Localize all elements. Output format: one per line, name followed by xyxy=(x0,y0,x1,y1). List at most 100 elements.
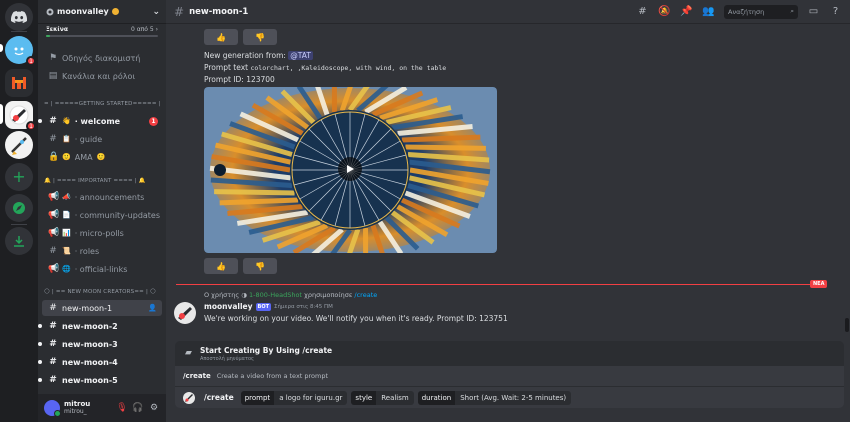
inbox-icon[interactable]: ▭ xyxy=(807,5,820,18)
reply-username[interactable]: 1-800-HeadShot xyxy=(249,291,302,299)
option-value[interactable]: a logo for iguru.gr xyxy=(274,390,348,405)
option-prompt[interactable]: prompt a logo for iguru.gr xyxy=(240,390,348,405)
server-header[interactable]: moonvalley ⌄ xyxy=(38,0,166,24)
chart-emoji-icon: 📊 xyxy=(62,229,71,237)
option-key: style xyxy=(351,390,377,405)
option-duration[interactable]: duration Short (Avg. Wait: 2-5 minutes) xyxy=(417,390,572,405)
smile-emoji-icon: 🙂 xyxy=(62,153,71,161)
new-messages-tag: ΝΕΑ xyxy=(810,280,828,288)
option-style[interactable]: style Realism xyxy=(351,390,414,405)
channel-header: # new-moon-1 # 🔕 📌 👥 Αναζήτηση ⌕ ▭ ? xyxy=(166,0,850,24)
gear-icon[interactable]: ⚙ xyxy=(148,403,160,413)
channel-new-moon-3[interactable]: # new-moon-3 xyxy=(38,336,162,352)
user-mention[interactable]: @TAT xyxy=(288,51,313,60)
category-new-moon[interactable]: 🌕 | == NEW MOON CREATORS== | 🌕 xyxy=(44,289,156,295)
headphones-icon[interactable]: 🎧 xyxy=(132,403,144,413)
user-tag: mitrou_ xyxy=(64,408,87,415)
channel-label: · micro-polls xyxy=(74,228,124,238)
message-input[interactable]: /create prompt a logo for iguru.gr style… xyxy=(175,386,844,408)
chevron-down-icon[interactable]: ⌄ xyxy=(152,7,160,17)
member-list-icon[interactable]: 👥 xyxy=(702,5,715,18)
channel-welcome[interactable]: # 👋 · welcome 1 xyxy=(38,113,162,129)
channel-new-moon-5[interactable]: # new-moon-5 xyxy=(38,372,162,388)
avatar[interactable] xyxy=(174,302,196,324)
avatar[interactable] xyxy=(44,400,61,417)
channel-official-links[interactable]: 📢 🌐 · official-links xyxy=(42,261,162,277)
server-guide-item[interactable]: ⚑ Οδηγός διακομιστή xyxy=(42,50,162,66)
home-button[interactable] xyxy=(5,3,33,31)
explore-servers-button[interactable] xyxy=(5,194,33,222)
search-input[interactable]: Αναζήτηση ⌕ xyxy=(724,4,798,19)
category-important[interactable]: 🔔 | ==== IMPORTANT ==== | 🔔 xyxy=(44,178,146,184)
channel-guide[interactable]: # 📋 · guide xyxy=(42,131,162,147)
hash-icon: # xyxy=(49,116,57,126)
channel-community-updates[interactable]: 📢 📄 · community-updates xyxy=(42,207,162,223)
boost-badge-icon xyxy=(111,8,119,15)
channel-announcements[interactable]: 📢 📣 · announcements xyxy=(42,189,162,205)
generation-line: New generation from: @TAT xyxy=(204,51,313,60)
scroll-emoji-icon: 📜 xyxy=(62,247,71,255)
add-server-button[interactable]: + xyxy=(5,163,33,191)
channel-label: · official-links xyxy=(74,264,128,274)
pin-icon[interactable]: 📌 xyxy=(680,5,693,18)
username: mitrou xyxy=(64,400,91,408)
boost-bar xyxy=(46,35,158,37)
channel-new-moon-4[interactable]: # new-moon-4 xyxy=(38,354,162,370)
mute-mic-icon[interactable]: 🎙 xyxy=(116,403,128,413)
thumbs-up-button[interactable]: 👍 xyxy=(204,29,238,45)
help-icon[interactable]: ? xyxy=(829,5,842,18)
chat-area: # new-moon-1 # 🔕 📌 👥 Αναζήτηση ⌕ ▭ ? 👍 👎… xyxy=(166,0,850,422)
cloud-face-icon xyxy=(14,47,24,56)
add-member-icon[interactable]: 👤 xyxy=(148,304,157,312)
command-suggestion[interactable]: /create Create a video from a text promp… xyxy=(175,366,844,386)
suggestion-description: Create a video from a text prompt xyxy=(216,372,329,380)
channel-micro-polls[interactable]: 📢 📊 · micro-polls xyxy=(42,225,162,241)
reply-command[interactable]: /create xyxy=(354,291,377,299)
channel-sidebar: moonvalley ⌄ Ξεκίνα 0 από 5 › ⚑ Οδηγός δ… xyxy=(38,0,166,422)
channel-label: new-moon-3 xyxy=(62,339,118,349)
channel-new-moon-1[interactable]: # new-moon-1 👤 xyxy=(42,300,162,316)
channel-label: · guide xyxy=(74,134,103,144)
channel-label: new-moon-4 xyxy=(62,357,118,367)
channel-label: new-moon-2 xyxy=(62,321,118,331)
moonvalley-logo-icon xyxy=(178,307,192,320)
thumbs-down-icon: 👎 xyxy=(255,261,265,271)
thumbs-up-icon: 👍 xyxy=(216,32,226,42)
server-icon-moonvalley[interactable]: 1 xyxy=(5,101,36,131)
rocket-illustration-icon xyxy=(11,137,27,155)
option-value[interactable]: Realism xyxy=(376,390,414,405)
server-icon-blue[interactable]: 1 xyxy=(5,36,36,66)
prompt-text-line: Prompt text colorchart, ,Kaleidoscope, w… xyxy=(204,63,447,72)
hash-icon: # xyxy=(49,246,57,256)
threaded-hash-icon: # xyxy=(49,321,57,331)
boost-progress[interactable]: Ξεκίνα 0 από 5 › xyxy=(38,24,166,40)
play-button[interactable] xyxy=(338,157,362,181)
option-value[interactable]: Short (Avg. Wait: 2-5 minutes) xyxy=(455,390,572,405)
threads-icon[interactable]: # xyxy=(636,5,649,18)
app-command-icon: ▰ xyxy=(185,348,192,358)
unread-dot xyxy=(38,378,42,382)
video-attachment[interactable] xyxy=(204,87,497,253)
search-placeholder: Αναζήτηση xyxy=(728,7,765,16)
command-reply-context[interactable]: Ο χρήστης ◑ 1-800-HeadShot χρησιμοποίησε… xyxy=(204,291,377,299)
threaded-hash-icon: # xyxy=(49,339,57,349)
scrollbar-thumb[interactable] xyxy=(845,318,849,332)
channel-ama[interactable]: 🔒 🙂 AMA 🙂 xyxy=(42,149,162,165)
threaded-hash-icon: # xyxy=(49,357,57,367)
channel-roles[interactable]: # 📜 · roles xyxy=(42,243,162,259)
channel-new-moon-2[interactable]: # new-moon-2 xyxy=(38,318,162,334)
server-icon-rocket[interactable] xyxy=(5,131,33,159)
user-info[interactable]: mitrou mitrou_ xyxy=(64,400,112,416)
channels-roles-item[interactable]: ▤ Κανάλια και ρόλοι xyxy=(42,68,162,84)
megaphone-icon: 📢 xyxy=(48,210,60,220)
thumbs-down-button[interactable]: 👎 xyxy=(243,29,277,45)
download-apps-button[interactable] xyxy=(5,227,33,255)
author-name[interactable]: moonvalley xyxy=(204,302,253,311)
thumbs-down-button[interactable]: 👎 xyxy=(243,258,277,274)
notification-bell-muted-icon[interactable]: 🔕 xyxy=(658,5,671,18)
channel-label: new-moon-5 xyxy=(62,375,118,385)
prompt-id-line: Prompt ID: 123700 xyxy=(204,75,275,84)
thumbs-up-button[interactable]: 👍 xyxy=(204,258,238,274)
category-getting-started[interactable]: = | =====GETTING STARTED===== | xyxy=(44,101,161,107)
server-icon-orange[interactable] xyxy=(5,69,33,97)
